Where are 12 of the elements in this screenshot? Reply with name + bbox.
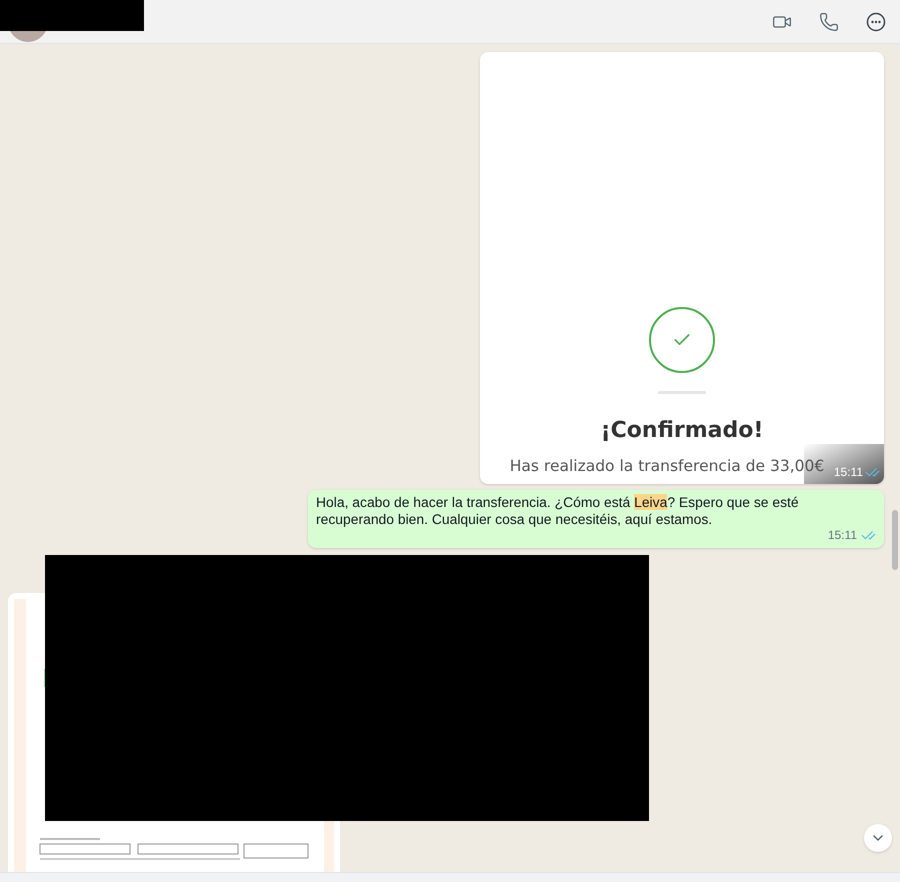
image-message[interactable]: ¡Confirmado! Has realizado la transferencia de 33,00€ 15:11 [480,52,884,484]
message-time: 15:11 [834,464,863,481]
success-check-icon [649,306,715,373]
scrollbar [892,510,898,570]
document-preview[interactable] [8,821,340,872]
phone-icon [819,12,839,32]
confirmation-text: Has realizado la transferencia de 33,00€ [510,456,824,475]
message-text: Hola, acabo de hacer la transferencia. ¿Cómo está Leiva? Espero que se esté recuperando bien. Cualquier cosa que necesitéis, aquí estamos. [316,494,800,528]
confirmation-title: ¡Confirmado! [600,416,764,445]
message-time: 15:11 [828,527,857,544]
scroll-down-button[interactable] [864,824,892,852]
more-icon [866,12,886,32]
